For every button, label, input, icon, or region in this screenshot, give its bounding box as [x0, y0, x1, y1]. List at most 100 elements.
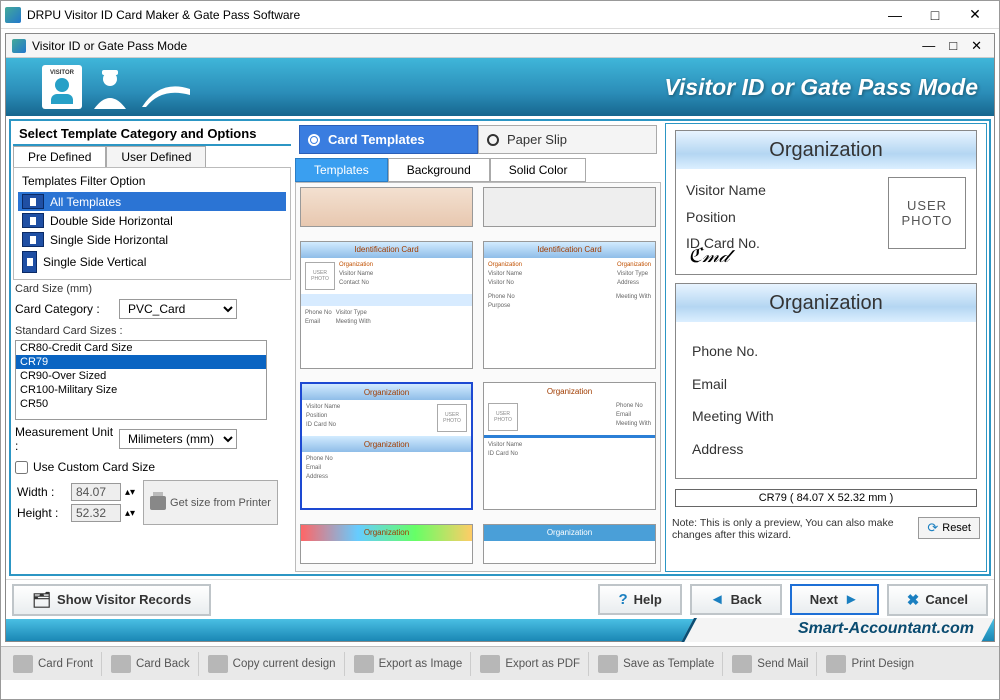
filter-single-side-vertical[interactable]: Single Side Vertical — [18, 249, 286, 275]
preview-note: Note: This is only a preview, You can al… — [672, 517, 912, 541]
template-thumb[interactable]: Organization — [300, 524, 473, 564]
get-size-from-printer-button[interactable]: Get size from Printer — [143, 480, 278, 525]
toolbar-save-template[interactable]: Save as Template — [590, 652, 723, 676]
filter-single-side-horizontal[interactable]: Single Side Horizontal — [18, 230, 286, 249]
card-front-icon — [13, 655, 33, 673]
template-thumb[interactable]: Identification CardUSER PHOTOOrganizatio… — [300, 241, 473, 369]
reset-button[interactable]: ⟳Reset — [918, 517, 980, 539]
template-thumb[interactable] — [300, 187, 473, 227]
toolbar-print-design[interactable]: Print Design — [818, 652, 922, 676]
banner: VISITOR Visitor ID or Gate Pass Mode — [6, 58, 994, 116]
standard-sizes-label: Standard Card Sizes : — [15, 325, 289, 337]
brand-text: Smart-Accountant.com — [798, 620, 974, 638]
measurement-unit-label: Measurement Unit : — [15, 425, 115, 453]
tab-pre-defined[interactable]: Pre Defined — [13, 146, 106, 167]
width-input — [71, 483, 121, 501]
preview-size-label: CR79 ( 84.07 X 52.32 mm ) — [675, 489, 977, 507]
outer-window: DRPU Visitor ID Card Maker & Gate Pass S… — [0, 0, 1000, 700]
template-scroll[interactable]: Identification CardUSER PHOTOOrganizatio… — [295, 182, 661, 572]
template-thumb[interactable] — [483, 187, 656, 227]
outer-titlebar: DRPU Visitor ID Card Maker & Gate Pass S… — [1, 1, 999, 29]
card-back-icon — [111, 655, 131, 673]
toolbar-export-pdf[interactable]: Export as PDF — [472, 652, 589, 676]
filter-title: Templates Filter Option — [22, 174, 282, 188]
mail-icon — [732, 655, 752, 673]
section-title: Select Template Category and Options — [13, 123, 291, 146]
back-button[interactable]: ◄Back — [690, 584, 782, 615]
help-button[interactable]: ?Help — [598, 584, 681, 615]
template-thumb-selected[interactable]: OrganizationVisitor NamePositionID Card … — [300, 382, 473, 510]
wizard-buttons: 🗂Show Visitor Records ?Help ◄Back Next► … — [6, 579, 994, 619]
sub-tab-background[interactable]: Background — [388, 158, 490, 182]
app-icon — [5, 7, 21, 23]
cancel-icon: ✖ — [907, 591, 920, 609]
inner-minimize-icon[interactable]: — — [922, 38, 935, 54]
template-thumb[interactable]: Identification CardOrganizationVisitor N… — [483, 241, 656, 369]
card-category-select[interactable]: PVC_Card — [119, 299, 237, 319]
swoosh-icon — [142, 79, 190, 109]
export-image-icon — [354, 655, 374, 673]
save-template-icon — [598, 655, 618, 673]
mode-card-templates[interactable]: Card Templates — [299, 125, 478, 154]
measurement-unit-select[interactable]: Milimeters (mm) — [119, 429, 237, 449]
toolbar-export-image[interactable]: Export as Image — [346, 652, 472, 676]
content-area: Select Template Category and Options Pre… — [9, 119, 991, 576]
copy-icon — [208, 655, 228, 673]
banner-title: Visitor ID or Gate Pass Mode — [664, 74, 978, 101]
minimize-icon[interactable]: — — [875, 1, 915, 29]
inner-maximize-icon[interactable]: □ — [949, 38, 957, 54]
radio-icon — [487, 134, 499, 146]
bottom-toolbar: Card Front Card Back Copy current design… — [1, 646, 999, 680]
next-button[interactable]: Next► — [790, 584, 879, 615]
size-cr79[interactable]: CR79 — [16, 355, 266, 369]
radio-icon — [308, 134, 320, 146]
filter-double-side-horizontal[interactable]: Double Side Horizontal — [18, 211, 286, 230]
preview-meeting-with: Meeting With — [692, 403, 960, 430]
toolbar-card-back[interactable]: Card Back — [103, 652, 199, 676]
preview-front-org: Organization — [676, 131, 976, 169]
sub-tab-templates[interactable]: Templates — [295, 158, 388, 182]
mode-paper-slip[interactable]: Paper Slip — [478, 125, 657, 154]
toolbar-card-front[interactable]: Card Front — [5, 652, 102, 676]
inner-close-icon[interactable]: ✕ — [971, 38, 982, 54]
records-icon: 🗂 — [32, 591, 51, 609]
show-visitor-records-button[interactable]: 🗂Show Visitor Records — [12, 584, 211, 616]
preview-area: Organization Visitor Name Position ID Ca… — [670, 128, 982, 567]
preview-email: Email — [692, 371, 960, 398]
height-label: Height : — [17, 506, 67, 520]
preview-back-org: Organization — [676, 284, 976, 322]
guard-icon — [88, 65, 132, 109]
preview-position: Position — [686, 204, 766, 231]
inner-title: Visitor ID or Gate Pass Mode — [32, 39, 187, 53]
maximize-icon[interactable]: □ — [915, 1, 955, 29]
template-thumb[interactable]: OrganizationUSER PHOTOPhone NoEmailMeeti… — [483, 382, 656, 510]
back-icon: ◄ — [710, 591, 725, 608]
preview-phone: Phone No. — [692, 338, 960, 365]
reset-icon: ⟳ — [927, 520, 938, 536]
card-size-group-label: Card Size (mm) — [15, 283, 289, 295]
export-pdf-icon — [480, 655, 500, 673]
size-cr80[interactable]: CR80-Credit Card Size — [16, 341, 266, 355]
next-icon: ► — [844, 591, 859, 608]
mid-panel: Card Templates Paper Slip Templates Back… — [291, 123, 665, 572]
toolbar-send-mail[interactable]: Send Mail — [724, 652, 817, 676]
size-cr90[interactable]: CR90-Over Sized — [16, 369, 266, 383]
toolbar-copy-design[interactable]: Copy current design — [200, 652, 345, 676]
size-cr50[interactable]: CR50 — [16, 397, 266, 411]
cancel-button[interactable]: ✖Cancel — [887, 584, 988, 616]
close-icon[interactable]: ✕ — [955, 1, 995, 29]
standard-sizes-list[interactable]: CR80-Credit Card Size CR79 CR90-Over Siz… — [15, 340, 267, 420]
category-tabs: Pre Defined User Defined — [13, 146, 291, 167]
tab-user-defined[interactable]: User Defined — [106, 146, 206, 167]
size-cr100[interactable]: CR100-Military Size — [16, 383, 266, 397]
height-input — [71, 504, 121, 522]
filter-all-templates[interactable]: All Templates — [18, 192, 286, 211]
filter-box: Templates Filter Option All Templates Do… — [13, 167, 291, 280]
preview-card-front: Organization Visitor Name Position ID Ca… — [675, 130, 977, 275]
footer-brand: Smart-Accountant.com — [6, 619, 994, 641]
sub-tab-solid-color[interactable]: Solid Color — [490, 158, 587, 182]
preview-user-photo: USER PHOTO — [888, 177, 966, 249]
use-custom-checkbox[interactable] — [15, 461, 28, 474]
template-thumb[interactable]: Organization — [483, 524, 656, 564]
card-category-label: Card Category : — [15, 302, 115, 316]
